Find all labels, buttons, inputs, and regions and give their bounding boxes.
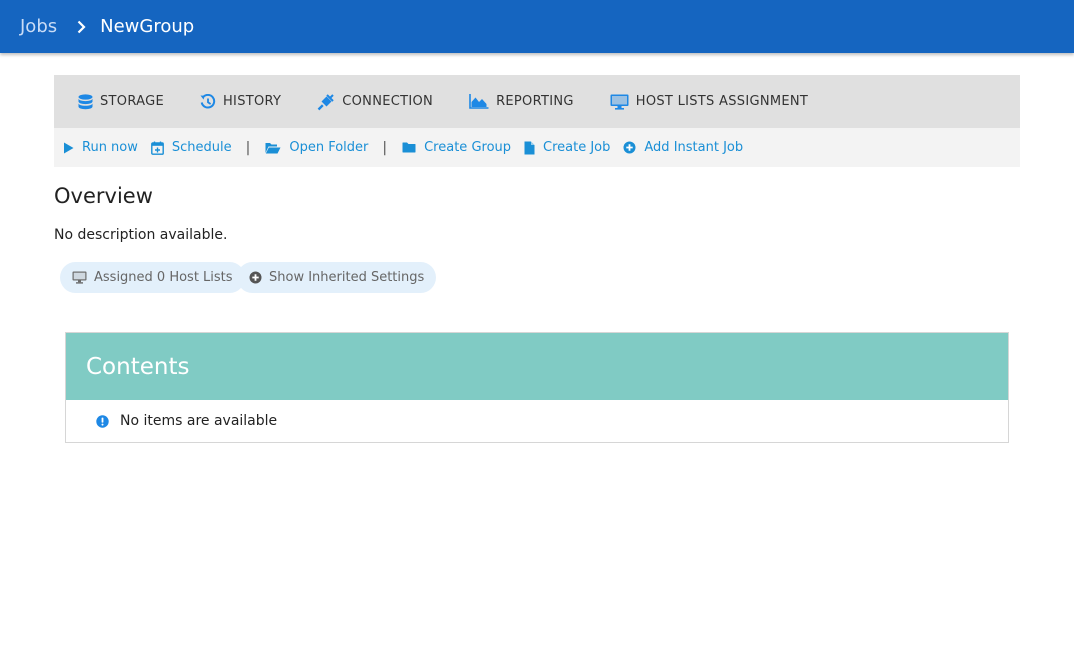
add-instant-job-label: Add Instant Job [644,140,744,155]
assigned-host-lists-label: Assigned 0 Host Lists [94,270,233,285]
page-title: Overview [54,184,153,208]
calendar-plus-icon [150,141,164,155]
tab-history[interactable]: HISTORY [200,75,281,128]
tab-reporting-label: REPORTING [496,94,574,109]
run-now-label: Run now [82,140,138,155]
tab-connection[interactable]: CONNECTION [317,75,433,128]
plus-circle-icon [249,271,262,284]
contents-title: Contents [86,353,190,380]
add-instant-job-button[interactable]: Add Instant Job [623,140,743,155]
monitor-icon [72,271,87,284]
breadcrumb-jobs-link[interactable]: Jobs [20,16,57,37]
history-icon [200,93,216,108]
plug-icon [317,93,334,110]
tab-storage-label: STORAGE [100,94,164,109]
folder-open-icon [265,142,281,153]
empty-message: No items are available [120,413,278,429]
top-bar: Jobs NewGroup [0,0,1074,53]
area-chart-icon [469,94,489,109]
tab-host-lists-label: HOST LISTS ASSIGNMENT [635,94,809,109]
file-icon [524,141,535,154]
tab-history-label: HISTORY [222,94,282,109]
description-text: No description available. [54,227,228,243]
create-group-label: Create Group [424,140,512,155]
action-bar: Run now Schedule | Open Folder | Create … [54,128,1020,167]
open-folder-label: Open Folder [289,140,369,155]
database-icon [78,93,93,109]
schedule-button[interactable]: Schedule [150,140,232,155]
tab-storage[interactable]: STORAGE [78,75,164,128]
breadcrumb-current: NewGroup [100,16,195,37]
plus-circle-icon [623,141,636,154]
run-now-button[interactable]: Run now [63,140,138,155]
tab-host-lists-assignment[interactable]: HOST LISTS ASSIGNMENT [610,75,808,128]
separator: | [382,139,388,156]
tab-bar: STORAGE HISTORY CONNECTION REPORTING HOS… [54,75,1020,128]
create-job-button[interactable]: Create Job [524,140,610,155]
create-job-label: Create Job [543,140,611,155]
contents-header: Contents [66,333,1008,400]
folder-icon [402,142,416,153]
assigned-host-lists-button[interactable]: Assigned 0 Host Lists [60,262,245,293]
separator: | [245,139,251,156]
open-folder-button[interactable]: Open Folder [265,140,368,155]
play-icon [64,142,74,153]
contents-panel: Contents No items are available [65,332,1009,443]
exclamation-circle-icon [96,414,109,428]
tab-reporting[interactable]: REPORTING [469,75,574,128]
monitor-icon [610,94,629,110]
contents-body: No items are available [66,400,1008,442]
chevron-right-icon [77,20,86,34]
schedule-label: Schedule [171,140,232,155]
tab-connection-label: CONNECTION [342,94,434,109]
show-inherited-settings-label: Show Inherited Settings [269,270,425,285]
show-inherited-settings-button[interactable]: Show Inherited Settings [237,262,437,293]
create-group-button[interactable]: Create Group [402,140,511,155]
